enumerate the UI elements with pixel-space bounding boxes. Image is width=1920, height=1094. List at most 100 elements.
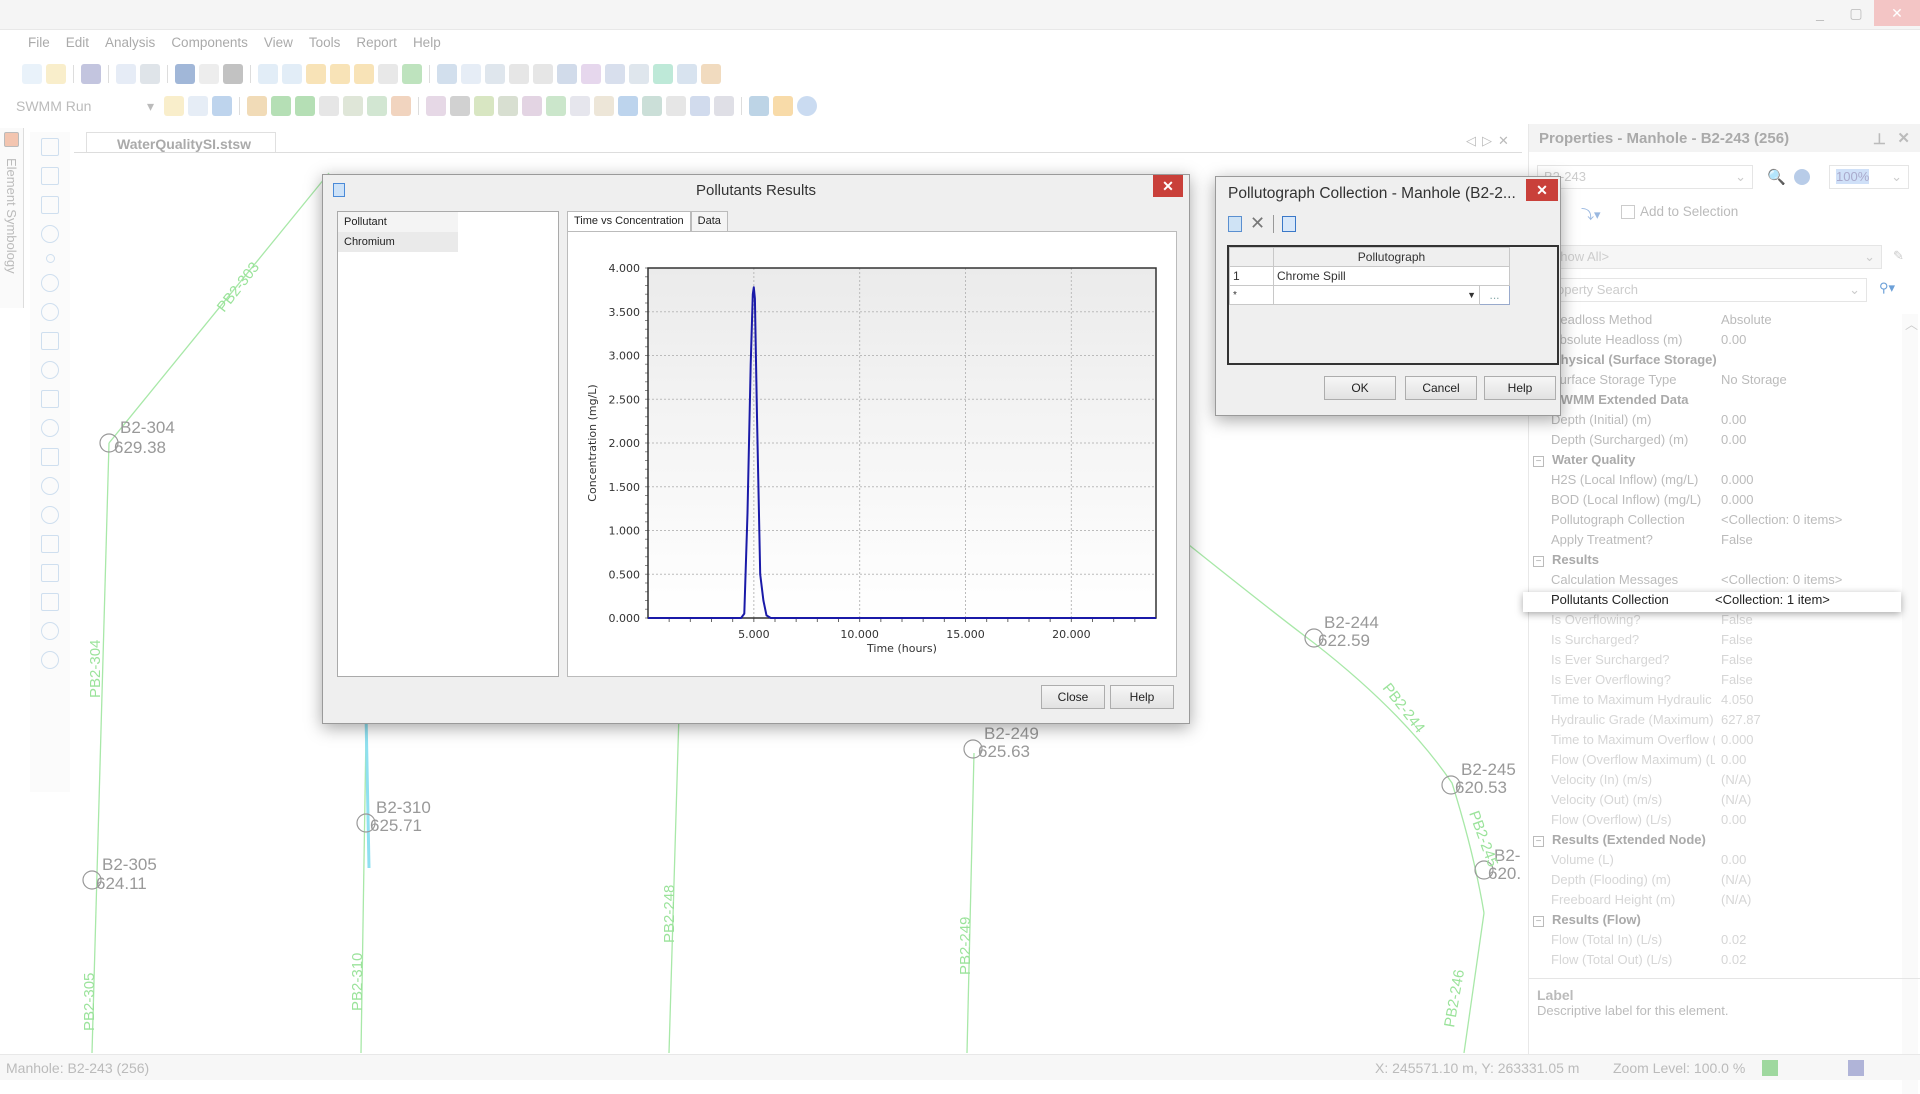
scenario-combo[interactable]: SWMM Run ▾: [10, 95, 160, 117]
property-value[interactable]: Absolute: [1715, 312, 1901, 332]
property-value[interactable]: <Collection: 0 items>: [1715, 572, 1901, 592]
property-row[interactable]: Apply Treatment? False: [1529, 532, 1901, 552]
model-builder-icon[interactable]: [498, 96, 518, 116]
profile-chart-icon[interactable]: [605, 64, 625, 84]
menu-analysis[interactable]: Analysis: [97, 32, 163, 54]
zoom-combo[interactable]: 100% ⌄: [1829, 165, 1909, 189]
property-row[interactable]: BOD (Local Inflow) (mg/L) 0.000: [1529, 492, 1901, 512]
property-row[interactable]: Volume (L) 0.00: [1529, 852, 1901, 872]
trex-icon[interactable]: [522, 96, 542, 116]
close-button[interactable]: Close: [1041, 685, 1105, 709]
property-category[interactable]: −Physical (Surface Storage): [1529, 352, 1901, 372]
pond-tool-icon[interactable]: [41, 332, 59, 350]
delete-item-icon[interactable]: ✕: [1250, 213, 1265, 234]
document-tab[interactable]: WaterQualitySI.stsw: [86, 132, 276, 154]
property-row[interactable]: Flow (Overflow) (L/s) 0.00: [1529, 812, 1901, 832]
tab-scroll-right-icon[interactable]: ▷: [1482, 133, 1498, 148]
zoom-in-icon[interactable]: [306, 64, 326, 84]
dialog-title-bar[interactable]: Pollutograph Collection - Manhole (B2-2.…: [1216, 177, 1560, 207]
ellipsis-button[interactable]: ...: [1479, 285, 1510, 305]
property-row[interactable]: H2S (Local Inflow) (mg/L) 0.000: [1529, 472, 1901, 492]
property-value[interactable]: (N/A): [1715, 772, 1901, 792]
menu-components[interactable]: Components: [163, 32, 256, 54]
cancel-button[interactable]: Cancel: [1405, 376, 1477, 400]
pipe-line[interactable]: [1173, 532, 1485, 914]
edit-icon[interactable]: ✎: [1893, 248, 1904, 264]
refresh-icon[interactable]: [402, 64, 422, 84]
zoom-window-icon[interactable]: [282, 64, 302, 84]
pollutograph-dropdown[interactable]: ▼: [1273, 285, 1480, 305]
copy-results-icon[interactable]: [367, 96, 387, 116]
property-value[interactable]: 0.00: [1715, 852, 1901, 872]
subnetwork-icon[interactable]: [666, 96, 686, 116]
compute-icon[interactable]: [271, 96, 291, 116]
property-row[interactable]: Pollutants Collection <Collection: 1 item…: [1523, 592, 1901, 612]
manhole-tool-icon[interactable]: [41, 225, 59, 243]
select-tool-icon[interactable]: [41, 138, 59, 156]
property-scrollbar[interactable]: ︿ ﹀: [1902, 314, 1918, 1094]
background-layers-icon[interactable]: [437, 64, 457, 84]
help-icon[interactable]: [1794, 169, 1810, 185]
property-row[interactable]: Time to Maximum Overflow (0.000: [1529, 732, 1901, 752]
graph-icon[interactable]: [581, 64, 601, 84]
property-value[interactable]: <Collection: 0 items>: [1715, 512, 1901, 532]
property-category[interactable]: − Water Quality: [1529, 452, 1901, 472]
line-tool-icon[interactable]: [41, 651, 59, 669]
run-icon[interactable]: [1762, 1060, 1778, 1076]
save-icon[interactable]: [81, 64, 101, 84]
tab-time-vs-concentration[interactable]: Time vs Concentration: [567, 211, 691, 232]
property-value[interactable]: False: [1715, 532, 1901, 552]
connectivity-icon[interactable]: [690, 96, 710, 116]
property-row[interactable]: Velocity (In) (m/s) (N/A): [1529, 772, 1901, 792]
menu-report[interactable]: Report: [348, 32, 405, 54]
search-icon[interactable]: ⚲▾: [1879, 280, 1895, 296]
clipboard-icon[interactable]: [391, 96, 411, 116]
catchment-tool-icon[interactable]: [41, 361, 59, 379]
maximize-button[interactable]: ▢: [1838, 0, 1874, 26]
scroll-up-icon[interactable]: ︿: [1905, 314, 1918, 333]
pipe-line[interactable]: [1463, 912, 1485, 1053]
menu-tools[interactable]: Tools: [301, 32, 349, 54]
query-select-icon[interactable]: [426, 96, 446, 116]
property-row[interactable]: Depth (Surcharged) (m) 0.00: [1529, 432, 1901, 452]
pollutant-row[interactable]: Chromium: [338, 232, 558, 252]
catch-basin-tool-icon[interactable]: [41, 196, 59, 214]
scenario-table-icon[interactable]: [212, 96, 232, 116]
new-item-icon[interactable]: [1228, 215, 1242, 232]
grid-new-row[interactable]: * ▼ ...: [1229, 285, 1510, 305]
grid-row[interactable]: 1 Chrome Spill: [1229, 266, 1510, 286]
loadbuilder-icon[interactable]: [546, 96, 566, 116]
property-row[interactable]: Velocity (Out) (m/s) (N/A): [1529, 792, 1901, 812]
pollutograph-cell[interactable]: Chrome Spill: [1273, 266, 1510, 286]
new-file-icon[interactable]: [22, 64, 42, 84]
property-value[interactable]: 0.02: [1715, 952, 1901, 972]
find-issues-icon[interactable]: [570, 96, 590, 116]
properties-icon[interactable]: [1282, 215, 1297, 232]
property-value[interactable]: 0.00: [1715, 812, 1901, 832]
property-value[interactable]: 627.87: [1715, 712, 1901, 732]
property-value[interactable]: 4.050: [1715, 692, 1901, 712]
compute-all-icon[interactable]: [295, 96, 315, 116]
window-close-button[interactable]: ✕: [1874, 0, 1920, 26]
property-row[interactable]: Flow (Total Out) (L/s) 0.02: [1529, 952, 1901, 972]
undo-icon[interactable]: [175, 64, 195, 84]
save-icon[interactable]: [1848, 1060, 1864, 1076]
junction-tool-icon[interactable]: [45, 254, 55, 263]
weir-tool-icon[interactable]: [41, 506, 59, 524]
ok-button[interactable]: OK: [1324, 376, 1396, 400]
zoom-to-element-icon[interactable]: 🔍: [1767, 168, 1786, 186]
dialog-close-button[interactable]: ✕: [1526, 179, 1558, 201]
element-symbology-strip[interactable]: Element Symbology: [0, 128, 24, 308]
dialog-title-bar[interactable]: Pollutants Results ✕: [323, 175, 1189, 205]
property-value[interactable]: False: [1715, 632, 1901, 652]
dialog-close-button[interactable]: ✕: [1153, 175, 1183, 197]
property-row[interactable]: Is Surcharged? False: [1529, 632, 1901, 652]
property-row[interactable]: Hydraulic Grade (Maximum) 627.87: [1529, 712, 1901, 732]
flextables-icon[interactable]: [343, 96, 363, 116]
property-value[interactable]: (N/A): [1715, 792, 1901, 812]
property-row[interactable]: Calculation Messages <Collection: 0 items…: [1529, 572, 1901, 592]
minimize-button[interactable]: _: [1802, 0, 1838, 26]
tab-scroll-left-icon[interactable]: ◁: [1466, 133, 1482, 148]
pan-icon[interactable]: [378, 64, 398, 84]
tank-tool-icon[interactable]: [41, 448, 59, 466]
